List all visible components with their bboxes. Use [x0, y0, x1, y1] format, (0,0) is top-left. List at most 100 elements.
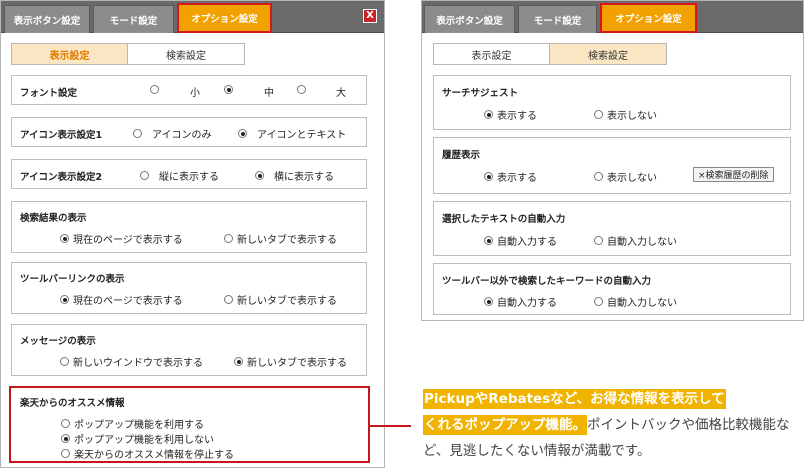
radio-checked-icon[interactable]: [224, 85, 233, 94]
vertical-label: 縦に表示する: [159, 172, 219, 183]
message-new-tab-label: 新しいタブで表示する: [247, 358, 347, 369]
subtab-display[interactable]: 表示設定: [433, 43, 550, 65]
icon-text-label: アイコンとテキスト: [257, 130, 347, 141]
radio-checked-icon[interactable]: [238, 129, 247, 138]
callout-connector: [369, 425, 411, 427]
icon-setting-2-box: アイコン表示設定2 縦に表示する 横に表示する: [11, 159, 367, 189]
radio-icon[interactable]: [594, 236, 603, 245]
selected-autofill-off-label: 自動入力しない: [607, 237, 677, 248]
radio-checked-icon[interactable]: [60, 234, 69, 243]
horizontal-option[interactable]: 横に表示する: [255, 168, 334, 183]
toolbar-link-title: ツールバーリンクの表示: [20, 274, 125, 285]
radio-icon[interactable]: [297, 85, 306, 94]
message-display-box: メッセージの表示 新しいウインドウで表示する 新しいタブで表示する: [11, 324, 367, 376]
suggest-show-option[interactable]: 表示する: [484, 107, 537, 122]
radio-icon[interactable]: [61, 419, 70, 428]
options-window-search: 表示ボタン設定 モード設定 オプション設定 表示設定 検索設定 サーチサジェスト…: [421, 0, 804, 321]
radio-checked-icon[interactable]: [484, 172, 493, 181]
message-new-tab-option[interactable]: 新しいタブで表示する: [234, 354, 347, 369]
font-medium-radio[interactable]: [224, 85, 237, 94]
radio-icon[interactable]: [594, 297, 603, 306]
font-large-label: 大: [336, 88, 346, 99]
tab-display-buttons[interactable]: 表示ボタン設定: [424, 5, 515, 33]
history-show-option[interactable]: 表示する: [484, 169, 537, 184]
popup-not-use-label: ポップアップ機能を利用しない: [74, 435, 214, 446]
message-new-window-label: 新しいウインドウで表示する: [73, 358, 203, 369]
message-new-window-option[interactable]: 新しいウインドウで表示する: [60, 354, 203, 369]
tab-bar: 表示ボタン設定 モード設定 オプション設定: [422, 1, 803, 33]
search-new-tab-option[interactable]: 新しいタブで表示する: [224, 231, 337, 246]
radio-checked-icon[interactable]: [61, 434, 70, 443]
subtab-search[interactable]: 検索設定: [128, 43, 245, 65]
history-display-box: 履歴表示 表示する 表示しない ×検索履歴の削除: [433, 137, 791, 194]
selected-text-autofill-title: 選択したテキストの自動入力: [442, 214, 566, 225]
vertical-option[interactable]: 縦に表示する: [140, 168, 219, 183]
tab-display-buttons[interactable]: 表示ボタン設定: [4, 5, 90, 33]
suggest-hide-option[interactable]: 表示しない: [594, 107, 657, 122]
search-results-title: 検索結果の表示: [20, 213, 87, 224]
suggest-show-label: 表示する: [497, 111, 537, 122]
search-current-page-option[interactable]: 現在のページで表示する: [60, 231, 183, 246]
feature-caption: PickupやRebatesなど、お得な情報を表示して くれるポップアップ機能。…: [423, 386, 803, 464]
toolbar-link-box: ツールバーリンクの表示 現在のページで表示する 新しいタブで表示する: [11, 262, 367, 314]
close-icon[interactable]: X: [363, 9, 377, 23]
font-setting-title: フォント設定: [20, 88, 78, 99]
subtab-display[interactable]: 表示設定: [11, 43, 128, 65]
radio-icon[interactable]: [133, 129, 142, 138]
radio-icon[interactable]: [224, 295, 233, 304]
message-display-title: メッセージの表示: [20, 336, 96, 347]
history-hide-option[interactable]: 表示しない: [594, 169, 657, 184]
history-show-label: 表示する: [497, 173, 537, 184]
selected-autofill-off-option[interactable]: 自動入力しない: [594, 233, 677, 248]
search-suggest-box: サーチサジェスト 表示する 表示しない: [433, 75, 791, 130]
font-large-radio[interactable]: [297, 85, 310, 94]
rakuten-recommend-title: 楽天からのオススメ情報: [20, 398, 125, 409]
icon-only-option[interactable]: アイコンのみ: [133, 126, 212, 141]
selected-autofill-on-option[interactable]: 自動入力する: [484, 233, 557, 248]
radio-checked-icon[interactable]: [484, 236, 493, 245]
radio-checked-icon[interactable]: [234, 357, 243, 366]
tab-mode-settings[interactable]: モード設定: [93, 5, 174, 33]
radio-icon[interactable]: [140, 171, 149, 180]
radio-icon[interactable]: [224, 234, 233, 243]
subtab-search[interactable]: 検索設定: [550, 43, 667, 65]
keyword-autofill-off-option[interactable]: 自動入力しない: [594, 294, 677, 309]
tab-option-settings[interactable]: オプション設定: [177, 3, 272, 33]
icon-only-label: アイコンのみ: [152, 130, 212, 141]
font-small-radio[interactable]: [150, 85, 163, 94]
toolbar-new-tab-label: 新しいタブで表示する: [237, 296, 337, 307]
radio-checked-icon[interactable]: [255, 171, 264, 180]
subtab-group: 表示設定 検索設定: [433, 43, 667, 65]
radio-icon[interactable]: [60, 357, 69, 366]
icon-setting-2-title: アイコン表示設定2: [20, 172, 103, 183]
recommend-stop-option[interactable]: 楽天からのオススメ情報を停止する: [61, 446, 234, 461]
radio-checked-icon[interactable]: [484, 297, 493, 306]
radio-icon[interactable]: [150, 85, 159, 94]
radio-icon[interactable]: [594, 110, 603, 119]
history-hide-label: 表示しない: [607, 173, 657, 184]
radio-icon[interactable]: [61, 449, 70, 458]
icon-text-option[interactable]: アイコンとテキスト: [238, 126, 346, 141]
popup-not-use-option[interactable]: ポップアップ機能を利用しない: [61, 431, 214, 446]
suggest-hide-label: 表示しない: [607, 111, 657, 122]
keyword-autofill-on-option[interactable]: 自動入力する: [484, 294, 557, 309]
icon-setting-1-title: アイコン表示設定1: [20, 130, 103, 141]
search-suggest-title: サーチサジェスト: [442, 88, 519, 99]
popup-use-option[interactable]: ポップアップ機能を利用する: [61, 416, 204, 431]
keyword-autofill-box: ツールバー以外で検索したキーワードの自動入力 自動入力する 自動入力しない: [433, 263, 791, 315]
toolbar-current-page-option[interactable]: 現在のページで表示する: [60, 292, 183, 307]
tab-mode-settings[interactable]: モード設定: [518, 5, 597, 33]
toolbar-current-page-label: 現在のページで表示する: [73, 296, 183, 307]
selected-text-autofill-box: 選択したテキストの自動入力 自動入力する 自動入力しない: [433, 201, 791, 256]
delete-history-button[interactable]: ×検索履歴の削除: [693, 167, 774, 182]
horizontal-label: 横に表示する: [274, 172, 334, 183]
font-small-label: 小: [190, 88, 200, 99]
keyword-autofill-off-label: 自動入力しない: [607, 298, 677, 309]
radio-icon[interactable]: [594, 172, 603, 181]
search-results-box: 検索結果の表示 現在のページで表示する 新しいタブで表示する: [11, 201, 367, 253]
tab-option-settings[interactable]: オプション設定: [600, 3, 697, 33]
toolbar-new-tab-option[interactable]: 新しいタブで表示する: [224, 292, 337, 307]
radio-checked-icon[interactable]: [60, 295, 69, 304]
radio-checked-icon[interactable]: [484, 110, 493, 119]
search-current-page-label: 現在のページで表示する: [73, 235, 183, 246]
